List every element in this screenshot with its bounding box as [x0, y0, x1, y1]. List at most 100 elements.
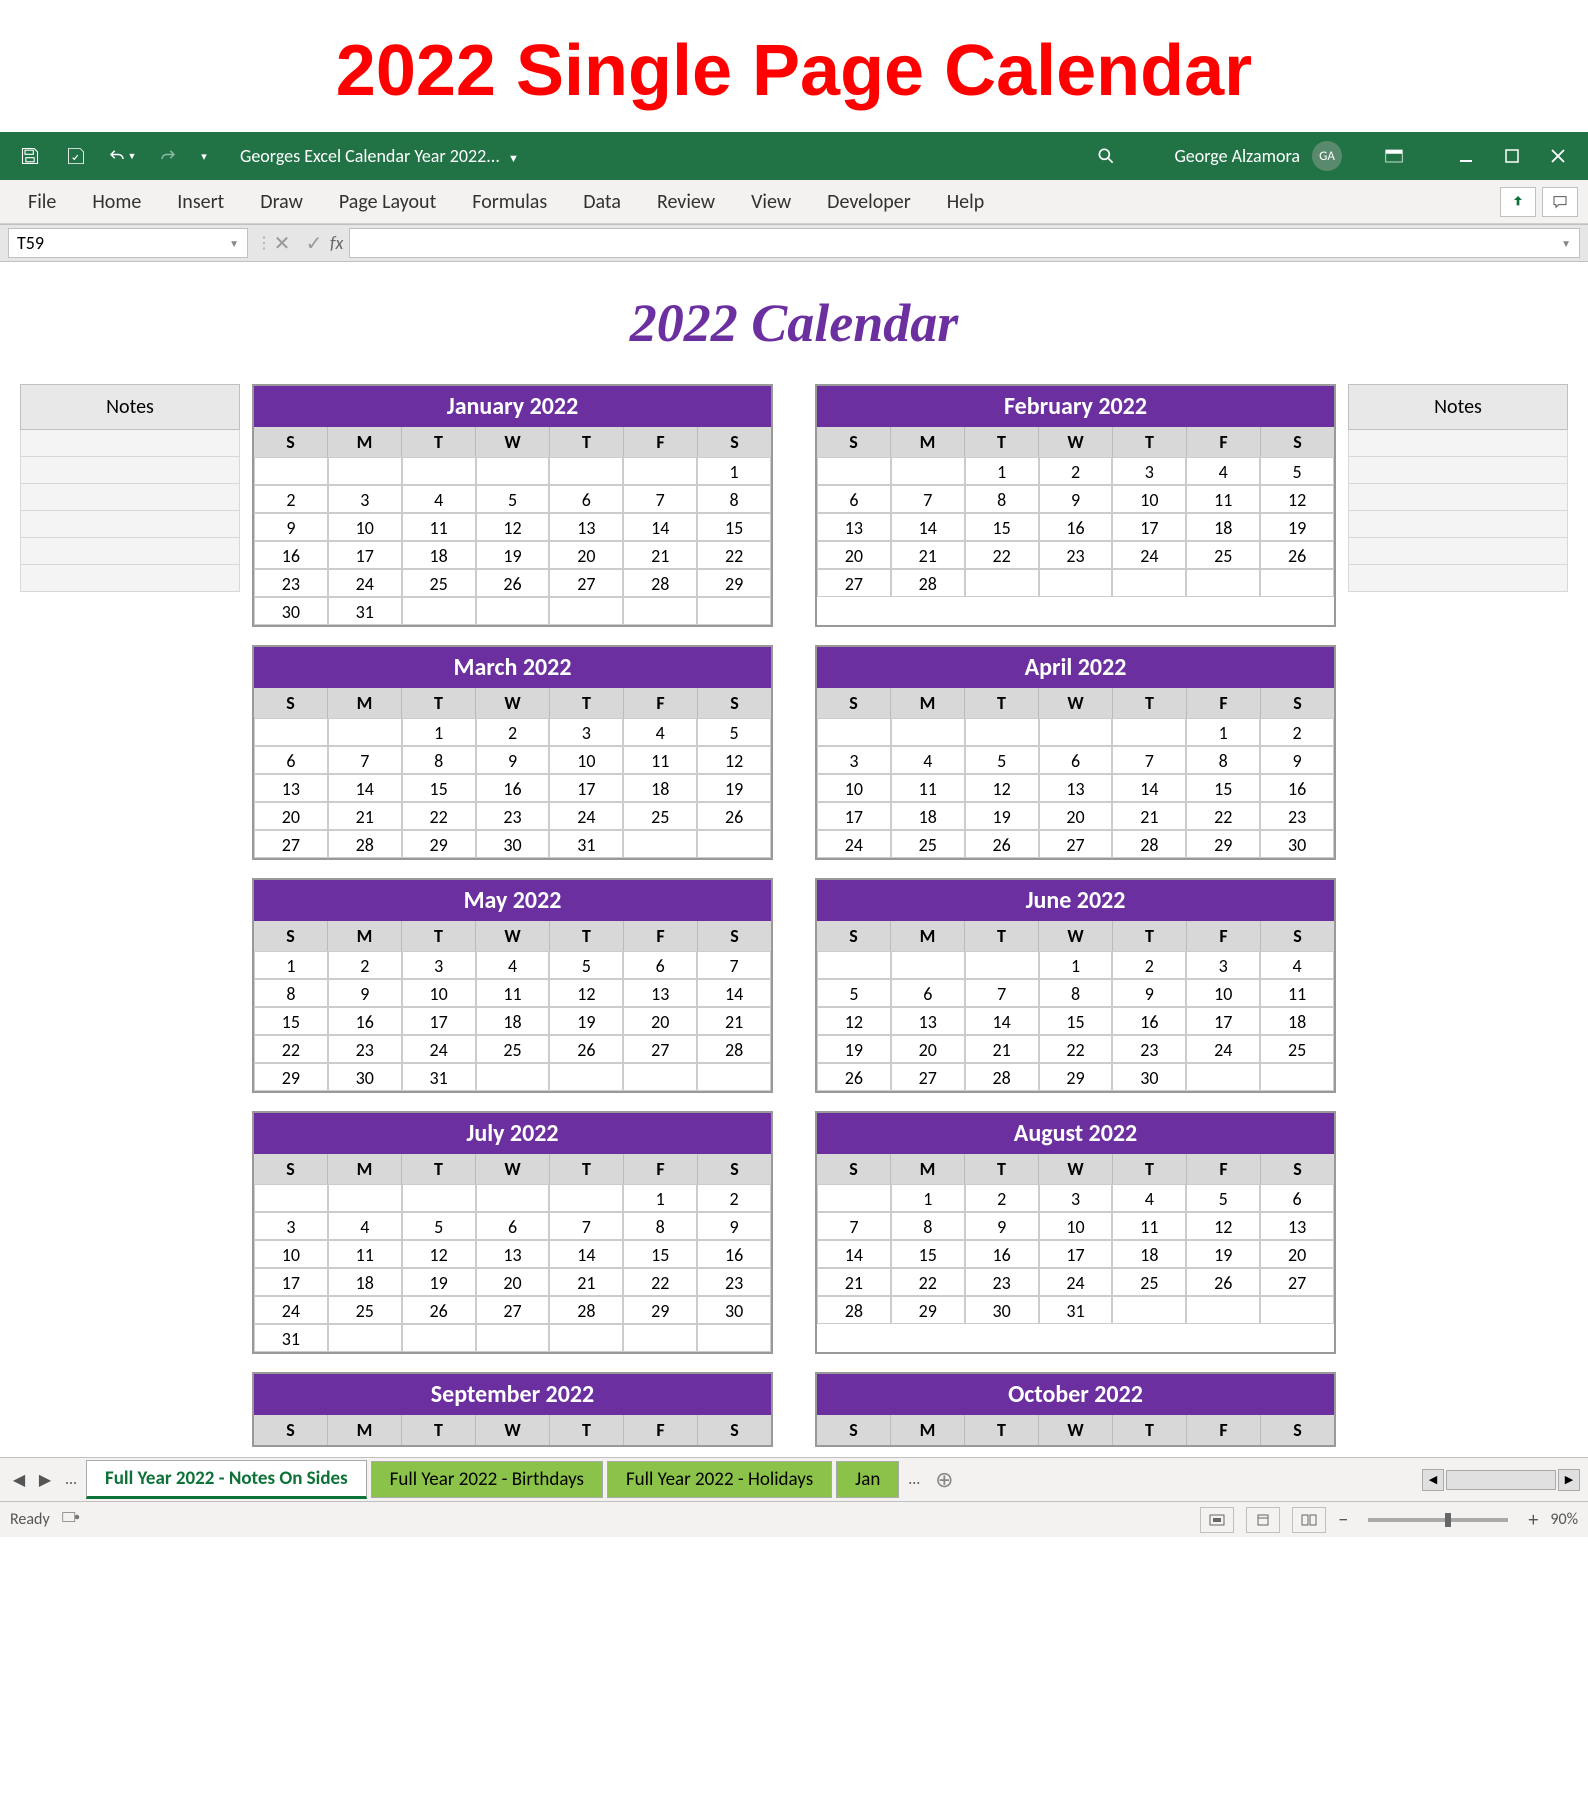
day-cell[interactable]: 20: [1260, 1240, 1334, 1268]
day-cell[interactable]: [549, 597, 623, 625]
day-cell[interactable]: 22: [623, 1268, 697, 1296]
day-cell[interactable]: 12: [817, 1007, 891, 1035]
hscroll-track[interactable]: [1446, 1470, 1556, 1490]
day-cell[interactable]: [1112, 1296, 1186, 1324]
day-cell[interactable]: 30: [1112, 1063, 1186, 1091]
day-cell[interactable]: 13: [549, 513, 623, 541]
day-cell[interactable]: 30: [254, 597, 328, 625]
day-cell[interactable]: 2: [1260, 718, 1334, 746]
view-normal-icon[interactable]: [1200, 1507, 1234, 1533]
day-cell[interactable]: 14: [891, 513, 965, 541]
day-cell[interactable]: 17: [817, 802, 891, 830]
day-cell[interactable]: [549, 1324, 623, 1352]
ribbon-tab[interactable]: View: [733, 180, 809, 223]
day-cell[interactable]: 22: [402, 802, 476, 830]
day-cell[interactable]: 14: [1112, 774, 1186, 802]
day-cell[interactable]: 20: [623, 1007, 697, 1035]
day-cell[interactable]: [1260, 1063, 1334, 1091]
day-cell[interactable]: 28: [328, 830, 402, 858]
day-cell[interactable]: [1039, 718, 1113, 746]
day-cell[interactable]: 28: [623, 569, 697, 597]
maximize-icon[interactable]: [1492, 136, 1532, 176]
day-cell[interactable]: 5: [476, 485, 550, 513]
day-cell[interactable]: 6: [817, 485, 891, 513]
day-cell[interactable]: 4: [328, 1212, 402, 1240]
day-cell[interactable]: 7: [817, 1212, 891, 1240]
day-cell[interactable]: [328, 1184, 402, 1212]
day-cell[interactable]: 1: [891, 1184, 965, 1212]
day-cell[interactable]: 17: [1112, 513, 1186, 541]
day-cell[interactable]: [891, 951, 965, 979]
day-cell[interactable]: 23: [697, 1268, 771, 1296]
day-cell[interactable]: 3: [1112, 457, 1186, 485]
day-cell[interactable]: 19: [697, 774, 771, 802]
day-cell[interactable]: 14: [623, 513, 697, 541]
day-cell[interactable]: [328, 1324, 402, 1352]
day-cell[interactable]: 30: [965, 1296, 1039, 1324]
day-cell[interactable]: 9: [697, 1212, 771, 1240]
day-cell[interactable]: [623, 830, 697, 858]
day-cell[interactable]: 29: [697, 569, 771, 597]
notes-cell[interactable]: [20, 565, 240, 592]
day-cell[interactable]: 21: [817, 1268, 891, 1296]
sheet-tab[interactable]: Jan: [836, 1461, 899, 1498]
day-cell[interactable]: 30: [697, 1296, 771, 1324]
day-cell[interactable]: 24: [254, 1296, 328, 1324]
name-box[interactable]: T59▼: [8, 228, 248, 258]
search-icon[interactable]: [1086, 136, 1126, 176]
day-cell[interactable]: 31: [549, 830, 623, 858]
notes-cell[interactable]: [20, 430, 240, 457]
day-cell[interactable]: 5: [549, 951, 623, 979]
day-cell[interactable]: [1186, 1296, 1260, 1324]
day-cell[interactable]: [476, 1324, 550, 1352]
day-cell[interactable]: 12: [402, 1240, 476, 1268]
day-cell[interactable]: 26: [965, 830, 1039, 858]
day-cell[interactable]: 14: [549, 1240, 623, 1268]
day-cell[interactable]: 9: [328, 979, 402, 1007]
day-cell[interactable]: 3: [817, 746, 891, 774]
day-cell[interactable]: 30: [328, 1063, 402, 1091]
ribbon-tab[interactable]: Help: [929, 180, 1003, 223]
day-cell[interactable]: 15: [697, 513, 771, 541]
day-cell[interactable]: 4: [1186, 457, 1260, 485]
day-cell[interactable]: 11: [623, 746, 697, 774]
day-cell[interactable]: 8: [254, 979, 328, 1007]
ribbon-tab[interactable]: Developer: [809, 180, 929, 223]
day-cell[interactable]: 27: [623, 1035, 697, 1063]
day-cell[interactable]: [402, 1184, 476, 1212]
day-cell[interactable]: 8: [402, 746, 476, 774]
notes-cell[interactable]: [20, 457, 240, 484]
day-cell[interactable]: 24: [328, 569, 402, 597]
day-cell[interactable]: 4: [1260, 951, 1334, 979]
day-cell[interactable]: 27: [1260, 1268, 1334, 1296]
day-cell[interactable]: 18: [476, 1007, 550, 1035]
day-cell[interactable]: 24: [402, 1035, 476, 1063]
tab-more-icon[interactable]: …: [60, 1470, 82, 1489]
day-cell[interactable]: 1: [965, 457, 1039, 485]
day-cell[interactable]: 8: [1039, 979, 1113, 1007]
day-cell[interactable]: [549, 1063, 623, 1091]
ribbon-tab[interactable]: File: [10, 180, 74, 223]
day-cell[interactable]: 30: [476, 830, 550, 858]
day-cell[interactable]: 25: [623, 802, 697, 830]
day-cell[interactable]: [623, 1324, 697, 1352]
day-cell[interactable]: 2: [1112, 951, 1186, 979]
day-cell[interactable]: [476, 1184, 550, 1212]
day-cell[interactable]: 1: [697, 457, 771, 485]
day-cell[interactable]: 21: [891, 541, 965, 569]
day-cell[interactable]: 22: [891, 1268, 965, 1296]
ribbon-display-icon[interactable]: [1374, 136, 1414, 176]
day-cell[interactable]: 7: [549, 1212, 623, 1240]
day-cell[interactable]: 16: [965, 1240, 1039, 1268]
day-cell[interactable]: 11: [1260, 979, 1334, 1007]
day-cell[interactable]: 7: [328, 746, 402, 774]
day-cell[interactable]: 27: [476, 1296, 550, 1324]
day-cell[interactable]: 2: [965, 1184, 1039, 1212]
day-cell[interactable]: 21: [549, 1268, 623, 1296]
day-cell[interactable]: 9: [476, 746, 550, 774]
day-cell[interactable]: 10: [549, 746, 623, 774]
day-cell[interactable]: 21: [623, 541, 697, 569]
day-cell[interactable]: 13: [891, 1007, 965, 1035]
day-cell[interactable]: 14: [697, 979, 771, 1007]
day-cell[interactable]: [817, 951, 891, 979]
